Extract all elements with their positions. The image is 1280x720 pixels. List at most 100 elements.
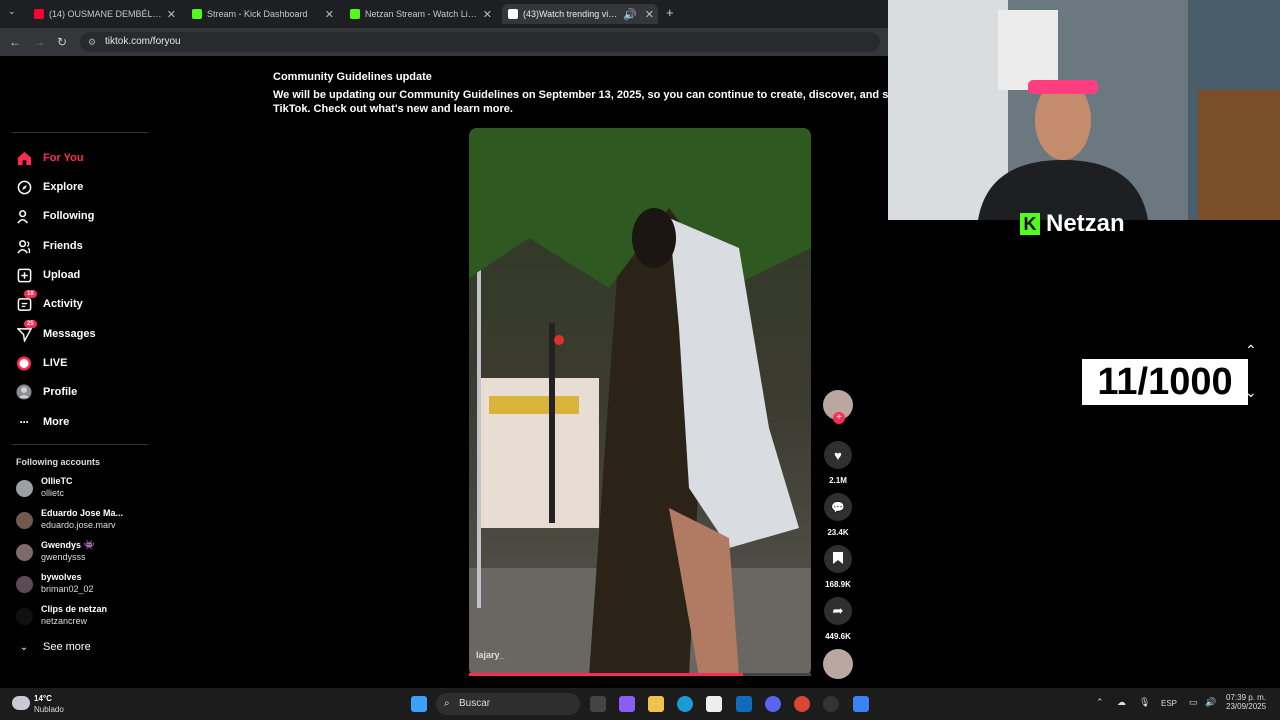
avatar <box>16 544 33 561</box>
taskbar-search[interactable]: ⌕ Buscar <box>436 693 580 715</box>
network-icon[interactable]: ▭ <box>1189 697 1198 708</box>
tab-youtube[interactable]: (14) OUSMANE DEMBÉLÉ gana ✕ <box>28 4 180 24</box>
scroll-down-icon[interactable]: ⌄ <box>1245 384 1257 401</box>
close-tab-icon[interactable]: ✕ <box>483 8 492 21</box>
plus-square-icon <box>16 267 32 283</box>
user-follow-icon <box>16 208 32 224</box>
share-arrow-icon: ➦ <box>832 603 844 618</box>
tray-app-icon[interactable]: ☁ <box>1117 697 1126 708</box>
sidebar-item-live[interactable]: LIVE <box>16 353 67 373</box>
sound-disc-avatar[interactable] <box>823 649 853 679</box>
sidebar-item-following[interactable]: Following <box>16 206 94 226</box>
close-tab-icon[interactable]: ✕ <box>167 8 176 21</box>
following-accounts-header: Following accounts <box>16 457 101 467</box>
share-count: 449.6K <box>825 632 851 641</box>
webcam-overlay <box>888 0 1280 220</box>
live-icon <box>16 355 32 371</box>
creator-avatar[interactable]: + <box>823 390 853 424</box>
video-author-handle[interactable]: lajary_ <box>476 650 505 660</box>
store-icon[interactable] <box>706 696 722 712</box>
copilot-icon[interactable] <box>619 696 635 712</box>
browser-address-bar: ← → ↻ ⚙ tiktok.com/foryou <box>0 28 888 56</box>
site-settings-icon[interactable]: ⚙ <box>88 32 96 52</box>
tab-search-chevron-icon[interactable]: ⌄ <box>8 6 16 17</box>
like-button[interactable]: ♥ <box>824 441 852 469</box>
close-tab-icon[interactable]: ✕ <box>645 8 654 21</box>
like-count: 2.1M <box>829 476 847 485</box>
sidebar-item-activity[interactable]: 18 Activity <box>16 290 83 314</box>
sidebar-item-friends[interactable]: Friends <box>16 236 83 256</box>
speaker-icon[interactable]: 🔊 <box>623 8 637 21</box>
chevron-down-icon: ⌄ <box>19 641 29 653</box>
scroll-up-icon[interactable]: ⌃ <box>1245 342 1257 359</box>
friends-icon <box>16 238 32 254</box>
chrome-icon[interactable] <box>794 696 810 712</box>
progress-counter: 11/1000 <box>1082 359 1248 405</box>
kick-logo-icon: K <box>1020 213 1040 235</box>
video-progress-bar[interactable] <box>469 673 811 676</box>
comment-button[interactable]: 💬 <box>824 493 852 521</box>
sidebar-item-upload[interactable]: Upload <box>16 265 80 285</box>
discord-icon[interactable] <box>765 696 781 712</box>
obs-icon[interactable] <box>823 696 839 712</box>
avatar <box>16 576 33 593</box>
avatar <box>16 480 33 497</box>
activity-badge: 18 <box>24 290 37 298</box>
outlook-icon[interactable] <box>736 696 752 712</box>
save-count: 168.9K <box>825 580 851 589</box>
paper-plane-icon: 25 <box>16 320 37 342</box>
heart-icon: ♥ <box>834 447 842 463</box>
youtube-favicon-icon <box>34 9 44 19</box>
save-button[interactable] <box>824 545 852 573</box>
follow-plus-icon[interactable]: + <box>833 412 845 424</box>
more-icon: ··· <box>19 415 30 429</box>
microphone-icon[interactable]: 🎙 <box>1139 697 1150 708</box>
avatar <box>16 512 33 529</box>
back-arrow-icon[interactable]: ← <box>9 35 21 49</box>
sidebar-divider <box>12 444 148 445</box>
taskbar-clock[interactable]: 07:39 p. m. 23/09/2025 <box>1226 693 1266 711</box>
reload-icon[interactable]: ↻ <box>57 35 67 49</box>
messages-badge: 25 <box>24 320 37 328</box>
windows-taskbar: 14°C Nublado ⌕ Buscar ⌃ ☁ 🎙 ESP ▭ 🔊 07:3… <box>0 688 1280 720</box>
app-icon[interactable] <box>853 696 869 712</box>
share-button[interactable]: ➦ <box>824 597 852 625</box>
edge-icon[interactable] <box>677 696 693 712</box>
banner-title: Community Guidelines update <box>273 71 432 83</box>
video-progress-fill <box>469 673 743 676</box>
file-explorer-icon[interactable] <box>648 696 664 712</box>
new-tab-button[interactable]: + <box>666 5 674 20</box>
banner-body-line2: TikTok. Check out what's new and learn m… <box>273 103 513 115</box>
kick-favicon-icon <box>350 9 360 19</box>
browser-tab-bar: ⌄ (14) OUSMANE DEMBÉLÉ gana ✕ Stream - K… <box>0 0 888 28</box>
sidebar-item-more[interactable]: ··· More <box>16 412 70 432</box>
compass-icon <box>16 179 32 195</box>
streamer-name-overlay: K Netzan <box>1020 210 1125 238</box>
webcam-feed <box>888 0 1280 220</box>
see-more-link[interactable]: ⌄ See more <box>16 637 91 657</box>
task-view-icon[interactable] <box>590 696 606 712</box>
home-icon <box>16 150 32 166</box>
forward-arrow-icon[interactable]: → <box>33 35 45 49</box>
tab-kick-dashboard[interactable]: Stream - Kick Dashboard ✕ <box>186 4 338 24</box>
cloud-icon <box>12 696 30 710</box>
close-tab-icon[interactable]: ✕ <box>325 8 334 21</box>
sidebar-item-for-you[interactable]: For You <box>16 148 84 168</box>
sidebar-item-profile[interactable]: Profile <box>16 382 77 402</box>
url-input[interactable]: ⚙ tiktok.com/foryou <box>80 32 880 52</box>
sidebar-item-explore[interactable]: Explore <box>16 177 83 197</box>
video-player[interactable] <box>469 128 811 676</box>
language-indicator[interactable]: ESP <box>1161 699 1177 708</box>
tray-chevron-icon[interactable]: ⌃ <box>1096 697 1104 708</box>
video-frame <box>469 128 811 676</box>
sidebar-item-messages[interactable]: 25 Messages <box>16 320 96 344</box>
tab-netzan-stream[interactable]: Netzan Stream - Watch Live on ✕ <box>344 4 496 24</box>
tab-tiktok[interactable]: (43)Watch trending videos 🔊 ✕ <box>502 4 658 24</box>
tiktok-favicon-icon <box>508 9 518 19</box>
avatar-icon <box>16 384 32 400</box>
avatar <box>16 608 33 625</box>
volume-icon[interactable]: 🔊 <box>1205 697 1216 708</box>
banner-body: We will be updating our Community Guidel… <box>273 89 888 101</box>
search-icon: ⌕ <box>444 698 450 709</box>
windows-start-icon[interactable] <box>411 696 427 712</box>
